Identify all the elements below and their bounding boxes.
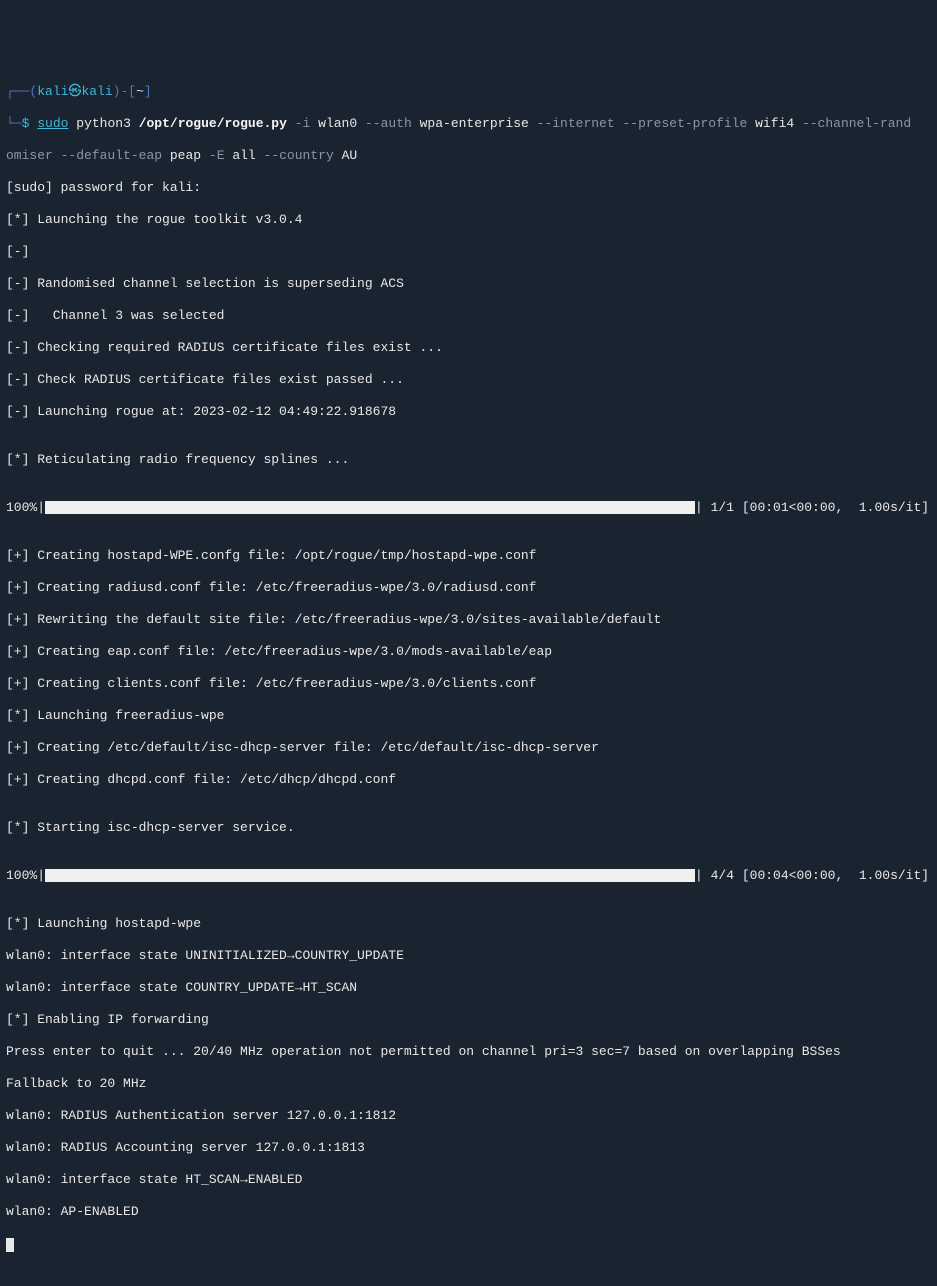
log-line: [+] Creating clients.conf file: /etc/fre… bbox=[6, 676, 931, 692]
log-line: wlan0: RADIUS Authentication server 127.… bbox=[6, 1108, 931, 1124]
flag-defaulteap: --default-eap bbox=[61, 148, 162, 163]
flag-E: -E bbox=[209, 148, 225, 163]
cmd-script: /opt/rogue/rogue.py bbox=[139, 116, 287, 131]
log-line: wlan0: interface state HT_SCAN→ENABLED bbox=[6, 1172, 931, 1188]
log-line: [*] Starting isc-dhcp-server service. bbox=[6, 820, 931, 836]
prompt-user: kali bbox=[37, 84, 68, 99]
prompt-line-3: omiser --default-eap peap -E all --count… bbox=[6, 148, 931, 164]
log-line: wlan0: interface state COUNTRY_UPDATE→HT… bbox=[6, 980, 931, 996]
prompt-box-close: )-[ bbox=[113, 84, 136, 99]
log-line: Press enter to quit ... 20/40 MHz operat… bbox=[6, 1044, 931, 1060]
progress-percent: 100% bbox=[6, 868, 37, 883]
log-line: [-] Launching rogue at: 2023-02-12 04:49… bbox=[6, 404, 931, 420]
arg-country: AU bbox=[342, 148, 358, 163]
log-line: [*] Reticulating radio frequency splines… bbox=[6, 452, 931, 468]
log-line: [-] Checking required RADIUS certificate… bbox=[6, 340, 931, 356]
progress-percent: 100% bbox=[6, 500, 37, 515]
log-line: wlan0: interface state UNINITIALIZED→COU… bbox=[6, 948, 931, 964]
log-line: [+] Creating hostapd-WPE.confg file: /op… bbox=[6, 548, 931, 564]
flag-internet: --internet bbox=[537, 116, 615, 131]
log-line: [-] Check RADIUS certificate files exist… bbox=[6, 372, 931, 388]
log-line: [-] bbox=[6, 244, 931, 260]
arg-eap: peap bbox=[170, 148, 201, 163]
progress-bar-2: 100%|| 4/4 [00:04<00:00, 1.00s/it] bbox=[6, 868, 931, 884]
log-line: wlan0: RADIUS Accounting server 127.0.0.… bbox=[6, 1140, 931, 1156]
log-line: [+] Creating radiusd.conf file: /etc/fre… bbox=[6, 580, 931, 596]
log-line: Fallback to 20 MHz bbox=[6, 1076, 931, 1092]
log-line: [+] Creating /etc/default/isc-dhcp-serve… bbox=[6, 740, 931, 756]
prompt-box-open: ┌──( bbox=[6, 84, 37, 99]
arg-iface: wlan0 bbox=[318, 116, 357, 131]
flag-preset: --preset-profile bbox=[622, 116, 747, 131]
progress-bar-1: 100%|| 1/1 [00:01<00:00, 1.00s/it] bbox=[6, 500, 931, 516]
progress-bar-fill bbox=[45, 869, 695, 882]
cursor-line[interactable] bbox=[6, 1236, 931, 1252]
prompt-dollar: $ bbox=[22, 116, 30, 131]
flag-i: -i bbox=[295, 116, 311, 131]
cmd-sudo: sudo bbox=[37, 116, 68, 131]
progress-bar-fill bbox=[45, 501, 695, 514]
log-line: [+] Creating eap.conf file: /etc/freerad… bbox=[6, 644, 931, 660]
log-line: [-] Channel 3 was selected bbox=[6, 308, 931, 324]
log-line: [-] Randomised channel selection is supe… bbox=[6, 276, 931, 292]
flag-chanrand: --channel-rand bbox=[802, 116, 911, 131]
prompt-line2-prefix: └─ bbox=[6, 116, 22, 131]
prompt-line-1: ┌──(kali㉿kali)-[~] bbox=[6, 84, 931, 100]
sudo-password-prompt: [sudo] password for kali: bbox=[6, 180, 931, 196]
prompt-host: kali bbox=[81, 84, 112, 99]
terminal[interactable]: ┌──(kali㉿kali)-[~] └─$ sudo python3 /opt… bbox=[6, 68, 931, 1268]
prompt-cwd: ~ bbox=[136, 84, 144, 99]
log-line: [+] Rewriting the default site file: /et… bbox=[6, 612, 931, 628]
cmd-python: python3 bbox=[76, 116, 131, 131]
log-line: [+] Creating dhcpd.conf file: /etc/dhcp/… bbox=[6, 772, 931, 788]
flag-auth: --auth bbox=[365, 116, 412, 131]
flag-country: --country bbox=[264, 148, 334, 163]
progress-stats: | 4/4 [00:04<00:00, 1.00s/it] bbox=[695, 868, 929, 883]
arg-preset: wifi4 bbox=[755, 116, 794, 131]
progress-stats: | 1/1 [00:01<00:00, 1.00s/it] bbox=[695, 500, 929, 515]
log-line: [*] Enabling IP forwarding bbox=[6, 1012, 931, 1028]
arg-auth: wpa-enterprise bbox=[420, 116, 529, 131]
cursor-icon bbox=[6, 1238, 14, 1252]
prompt-bracket-end: ] bbox=[144, 84, 152, 99]
log-line: [*] Launching the rogue toolkit v3.0.4 bbox=[6, 212, 931, 228]
prompt-skull: ㉿ bbox=[68, 84, 81, 99]
arg-E: all bbox=[232, 148, 255, 163]
log-line: wlan0: AP-ENABLED bbox=[6, 1204, 931, 1220]
log-line: [*] Launching freeradius-wpe bbox=[6, 708, 931, 724]
prompt-line-2: └─$ sudo python3 /opt/rogue/rogue.py -i … bbox=[6, 116, 931, 132]
flag-chanrand-wrap: omiser bbox=[6, 148, 53, 163]
log-line: [*] Launching hostapd-wpe bbox=[6, 916, 931, 932]
